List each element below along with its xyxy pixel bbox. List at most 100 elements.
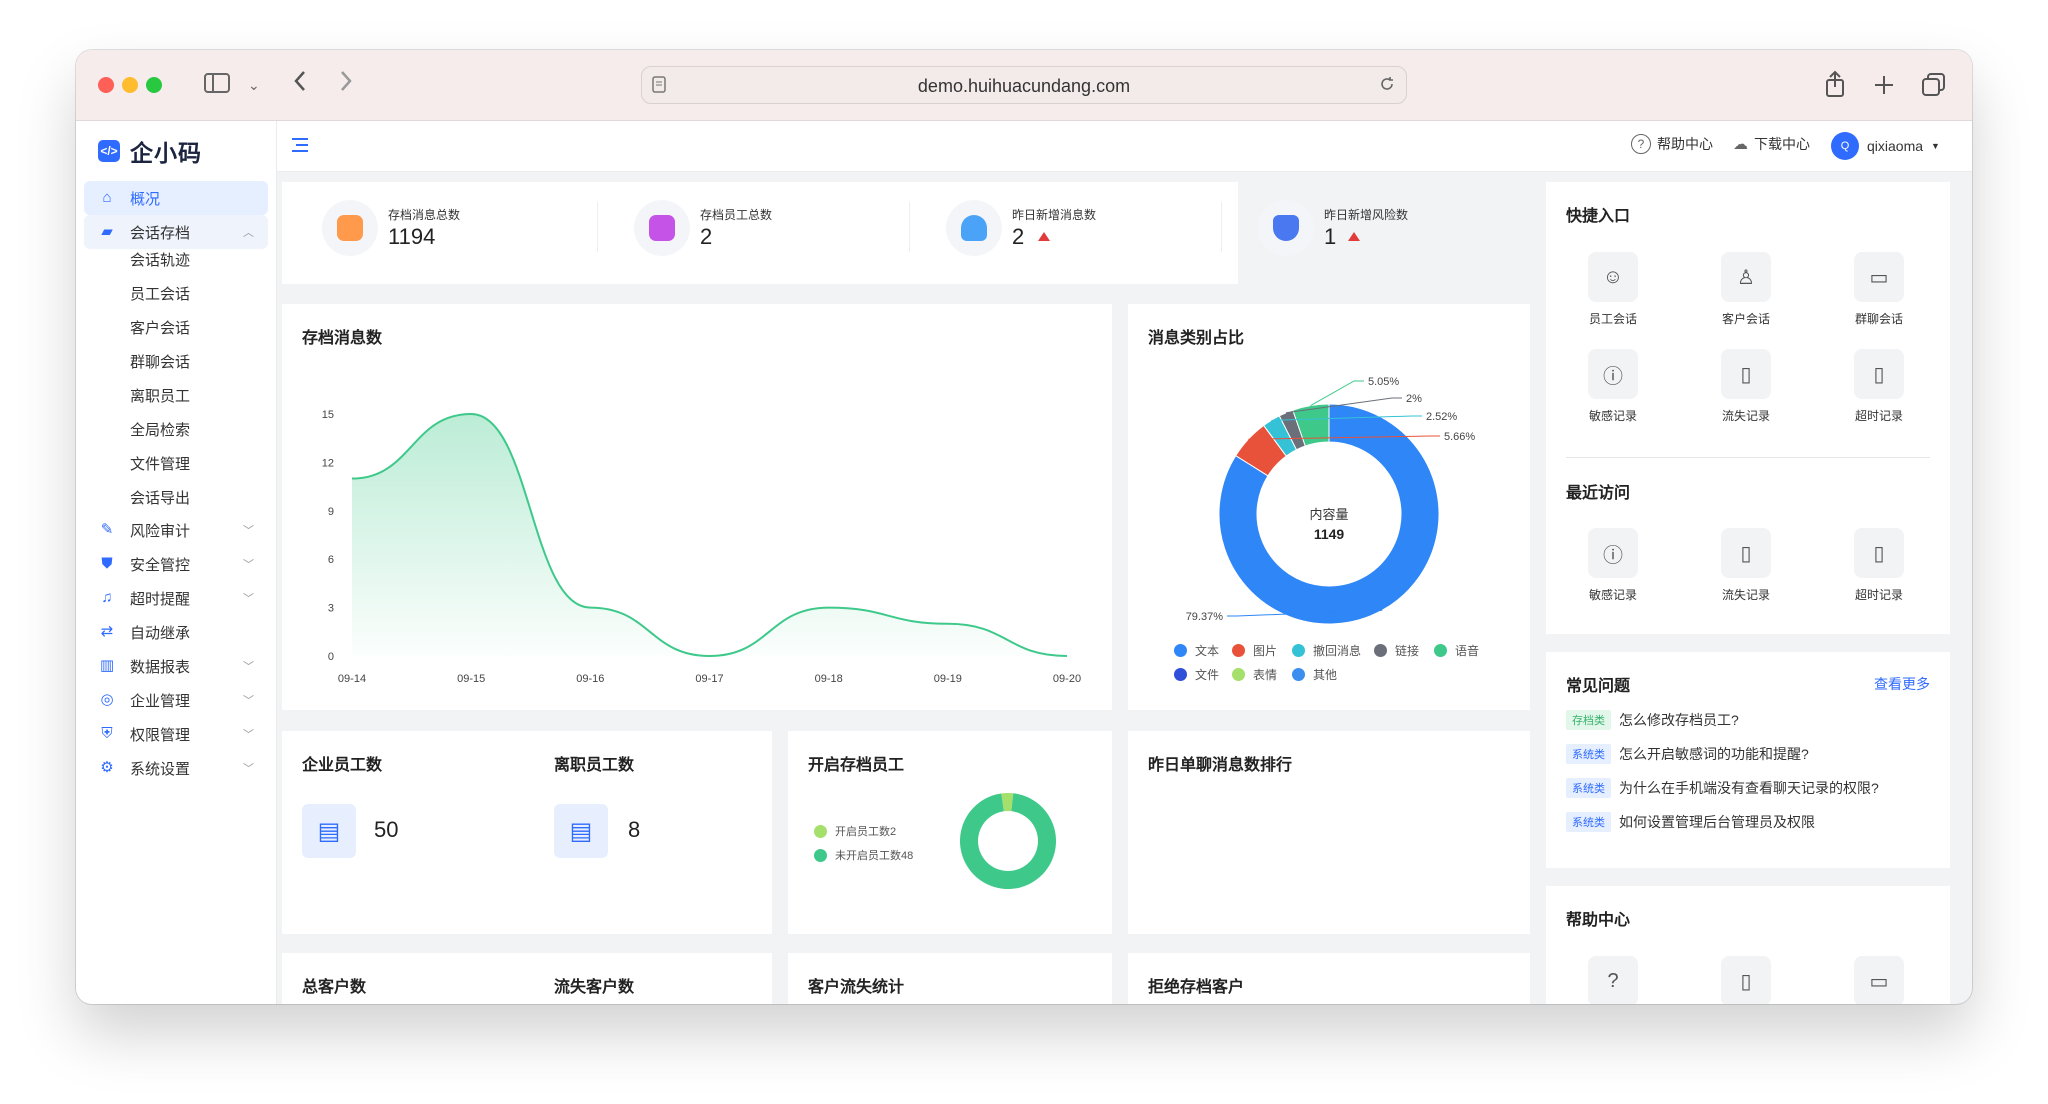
sidebar-toggle-icon[interactable] xyxy=(204,68,230,102)
share-icon[interactable] xyxy=(1824,70,1846,98)
quick-label: 超时记录 xyxy=(1854,409,1903,423)
sidebar-subitem-group-chat[interactable]: 群聊会话 xyxy=(130,351,190,372)
close-window-button[interactable] xyxy=(98,77,114,93)
churn-title: 客户流失统计 xyxy=(808,979,905,996)
churn-card: 客户流失统计 xyxy=(788,953,1112,1004)
logo-icon: </> xyxy=(98,140,120,162)
new-tab-icon[interactable] xyxy=(1873,74,1895,96)
cloud-download-icon: ☁ xyxy=(1733,136,1748,153)
legend-label: 表情 xyxy=(1253,668,1278,682)
forward-icon[interactable] xyxy=(338,68,354,102)
sidebar-subitem-employee-chat[interactable]: 员工会话 xyxy=(130,283,190,304)
recent-timeout-records[interactable]: ▯ 超时记录 xyxy=(1834,528,1924,603)
download-center-link[interactable]: ☁ 下载中心 xyxy=(1733,134,1810,154)
sidebar-item-risk-audit[interactable]: ✎ 风险审计 ﹀ xyxy=(84,513,268,547)
back-icon[interactable] xyxy=(292,68,308,102)
sidebar-item-enterprise[interactable]: ◎ 企业管理 ﹀ xyxy=(84,683,268,717)
faq-tag: 系统类 xyxy=(1566,812,1611,832)
chevron-down-icon[interactable]: ⌄ xyxy=(248,68,260,102)
inherit-icon: ⇄ xyxy=(100,623,114,640)
zoom-window-button[interactable] xyxy=(146,77,162,93)
faq-item[interactable]: 存档类 怎么修改存档员工? xyxy=(1566,710,1739,730)
user-menu[interactable]: Q qixiaoma ▼ xyxy=(1831,131,1940,161)
sidebar-subitem-customer-chat[interactable]: 客户会话 xyxy=(130,317,190,338)
sidebar-item-reports[interactable]: ▥ 数据报表 ﹀ xyxy=(84,649,268,683)
quick-label: 敏感记录 xyxy=(1588,588,1637,602)
menu-collapse-icon[interactable] xyxy=(291,137,309,153)
help-faq-link[interactable]: ? xyxy=(1568,956,1658,1004)
legend-item[interactable]: 表情 xyxy=(1232,666,1277,683)
legend-item[interactable]: 未开启员工数48 xyxy=(814,847,913,863)
x-tick-label: 09-18 xyxy=(815,673,843,685)
quick-entry-card: 快捷入口 ☺ 员工会话 ♙ 客户会话 ▭ 群聊会话 ⓘ 敏感记录 ▯ 流失记录 ▯ 超时记录… xyxy=(1546,182,1950,634)
stat-label: 存档员工总数 xyxy=(700,208,773,222)
faq-card: 常见问题 查看更多 存档类 怎么修改存档员工? 系统类 怎么开启敏感词的功能和提醒?… xyxy=(1546,652,1950,868)
legend-item[interactable]: 语音 xyxy=(1434,642,1479,659)
quick-lost-records[interactable]: ▯ 流失记录 xyxy=(1701,349,1791,424)
legend-item[interactable]: 文件 xyxy=(1174,666,1219,683)
user-icon: ♙ xyxy=(1721,252,1771,302)
recent-sensitive-records[interactable]: ⓘ 敏感记录 xyxy=(1568,528,1658,603)
chevron-down-icon: ﹀ xyxy=(243,593,254,605)
faq-item[interactable]: 系统类 为什么在手机端没有查看聊天记录的权限? xyxy=(1566,778,1879,798)
quick-customer-chat[interactable]: ♙ 客户会话 xyxy=(1701,252,1791,327)
legend-swatch xyxy=(814,848,827,862)
message-icon xyxy=(337,215,363,241)
sidebar-item-security[interactable]: ⛊ 安全管控 ﹀ xyxy=(84,547,268,581)
sidebar-item-overview[interactable]: ⌂ 概况 xyxy=(84,181,268,215)
quick-employee-chat[interactable]: ☺ 员工会话 xyxy=(1568,252,1658,327)
sidebar-item-label: 安全管控 xyxy=(130,556,191,574)
reload-icon[interactable] xyxy=(1378,75,1396,93)
address-bar[interactable]: demo.huihuacundang.com xyxy=(641,66,1407,104)
sidebar-item-permissions[interactable]: ⛨ 权限管理 ﹀ xyxy=(84,717,268,751)
stat-value: 1194 xyxy=(388,224,436,249)
help-center-link[interactable]: ? 帮助中心 xyxy=(1631,134,1713,154)
legend-item[interactable]: 图片 xyxy=(1232,642,1277,659)
leader-line xyxy=(1310,380,1364,406)
recent-lost-records[interactable]: ▯ 流失记录 xyxy=(1701,528,1791,603)
help-guide-link[interactable]: ▯ xyxy=(1701,956,1791,1004)
quick-sensitive-records[interactable]: ⓘ 敏感记录 xyxy=(1568,349,1658,424)
sidebar-item-archive[interactable]: ▰ 会话存档 ︿ xyxy=(84,215,268,249)
legend-label: 文件 xyxy=(1195,668,1220,682)
chart-icon: ▥ xyxy=(99,657,115,674)
faq-text: 为什么在手机端没有查看聊天记录的权限? xyxy=(1619,780,1879,796)
legend-item[interactable]: 文本 xyxy=(1174,642,1219,659)
faq-text: 怎么修改存档员工? xyxy=(1619,712,1739,728)
minimize-window-button[interactable] xyxy=(122,77,138,93)
sidebar-subitem-files[interactable]: 文件管理 xyxy=(130,453,190,474)
employee-count-value: 50 xyxy=(374,817,399,842)
archive-messages-card: 存档消息数 0 3 6 9 12 15 09-14 09-15 09-16 09-17 09-18 0… xyxy=(282,304,1112,710)
sidebar-item-settings[interactable]: ⚙ 系统设置 ﹀ xyxy=(84,751,268,785)
sidebar-item-inherit[interactable]: ⇄ 自动继承 xyxy=(84,615,268,649)
audit-icon: ✎ xyxy=(100,521,114,538)
stat-icon-bg xyxy=(634,200,690,256)
sidebar-subitem-resigned[interactable]: 离职员工 xyxy=(130,385,190,406)
legend-item[interactable]: 开启员工数2 xyxy=(814,823,896,839)
stats-card: 存档消息总数 1194 存档员工总数 2 昨日新增消息数 2 xyxy=(282,182,1238,284)
help-inbox-link[interactable]: ▭ xyxy=(1834,956,1924,1004)
sidebar-item-label: 企业管理 xyxy=(130,692,191,710)
faq-tag: 系统类 xyxy=(1566,778,1611,798)
quick-timeout-records[interactable]: ▯ 超时记录 xyxy=(1834,349,1924,424)
sidebar-subitem-export[interactable]: 会话导出 xyxy=(130,487,190,508)
employee-badge-icon xyxy=(649,215,675,241)
faq-item[interactable]: 系统类 怎么开启敏感词的功能和提醒? xyxy=(1566,744,1809,764)
faq-item[interactable]: 系统类 如何设置管理后台管理员及权限 xyxy=(1566,812,1815,832)
sidebar-item-label: 数据报表 xyxy=(130,658,191,676)
slice-label: 2% xyxy=(1406,393,1422,405)
sidebar-subitem-trace[interactable]: 会话轨迹 xyxy=(130,249,190,270)
sidebar-item-timeout[interactable]: ♫ 超时提醒 ﹀ xyxy=(84,581,268,615)
area-fill xyxy=(352,414,1067,656)
logo[interactable]: </> 企小码 xyxy=(98,133,202,169)
faq-more-link[interactable]: 查看更多 xyxy=(1874,674,1930,694)
quick-group-chat[interactable]: ▭ 群聊会话 xyxy=(1834,252,1924,327)
legend-label: 语音 xyxy=(1455,644,1480,658)
legend-item[interactable]: 撤回消息 xyxy=(1292,642,1361,659)
legend-item[interactable]: 链接 xyxy=(1374,642,1419,659)
tab-overview-icon[interactable] xyxy=(1921,72,1947,98)
employee-card-icon: ▤ xyxy=(302,804,356,858)
quick-label: 流失记录 xyxy=(1721,588,1770,602)
legend-item[interactable]: 其他 xyxy=(1292,666,1337,683)
sidebar-subitem-search[interactable]: 全局检索 xyxy=(130,419,190,440)
